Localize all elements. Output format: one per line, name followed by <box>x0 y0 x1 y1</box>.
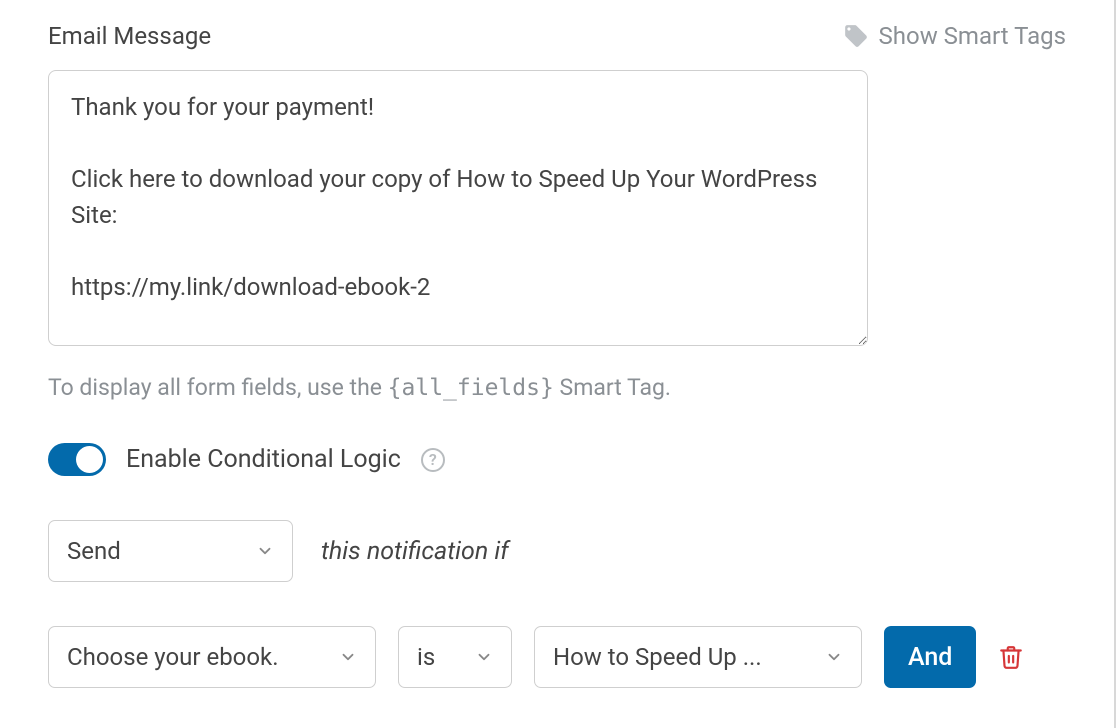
conditional-logic-toggle-row: Enable Conditional Logic ? <box>48 443 1066 476</box>
chevron-down-icon <box>339 648 357 666</box>
condition-operator-value: is <box>417 643 435 671</box>
chevron-down-icon <box>475 648 493 666</box>
chevron-down-icon <box>256 542 274 560</box>
help-icon[interactable]: ? <box>421 448 445 472</box>
logic-action-row: Send this notification if <box>48 520 1066 582</box>
toggle-knob <box>76 446 103 473</box>
email-message-field-wrap <box>48 70 868 352</box>
email-message-header: Email Message Show Smart Tags <box>48 22 1066 50</box>
delete-condition-button[interactable] <box>998 644 1024 670</box>
email-message-textarea[interactable] <box>48 70 868 346</box>
conditional-logic-toggle[interactable] <box>48 443 106 476</box>
condition-operator-select[interactable]: is <box>398 626 512 688</box>
condition-combinator-button[interactable]: And <box>884 626 976 688</box>
show-smart-tags-text: Show Smart Tags <box>879 22 1066 50</box>
tag-icon <box>843 23 869 49</box>
conditional-logic-label: Enable Conditional Logic <box>126 445 401 474</box>
condition-field-value: Choose your ebook. <box>67 643 279 671</box>
logic-condition-row: Choose your ebook. is How to Speed Up ..… <box>48 626 1066 688</box>
logic-action-suffix: this notification if <box>321 537 509 566</box>
condition-field-select[interactable]: Choose your ebook. <box>48 626 376 688</box>
email-message-hint: To display all form fields, use the {all… <box>48 374 1066 401</box>
logic-action-select[interactable]: Send <box>48 520 293 582</box>
show-smart-tags-link[interactable]: Show Smart Tags <box>843 22 1066 50</box>
condition-value-select[interactable]: How to Speed Up ... <box>534 626 862 688</box>
condition-value-text: How to Speed Up ... <box>553 643 762 671</box>
email-message-label: Email Message <box>48 22 211 50</box>
logic-action-value: Send <box>67 537 121 565</box>
condition-combinator-text: And <box>908 643 952 672</box>
chevron-down-icon <box>825 648 843 666</box>
notification-settings-panel: Email Message Show Smart Tags To display… <box>0 0 1116 728</box>
